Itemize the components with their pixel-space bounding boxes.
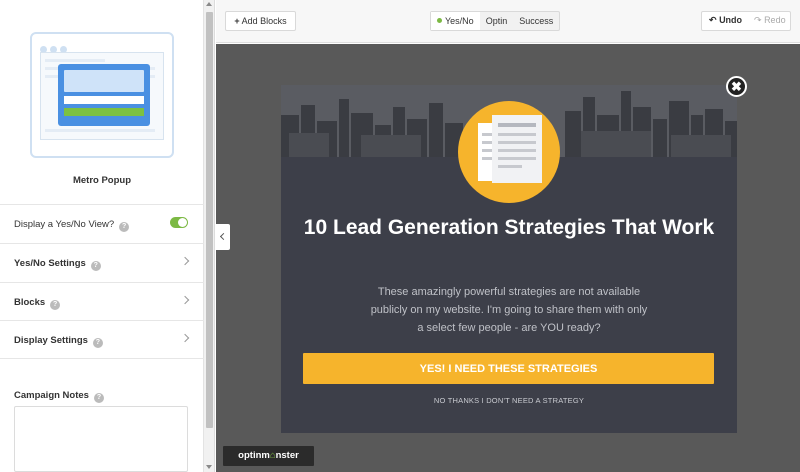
redo-icon: ↷ [754, 15, 762, 25]
setting-label: Blocks? [14, 297, 61, 310]
view-tabs: Yes/No Optin Success [430, 11, 561, 31]
campaign-notes-input[interactable] [14, 406, 188, 472]
scroll-up-arrow-icon[interactable] [206, 2, 212, 6]
add-blocks-button[interactable]: + Add Blocks [225, 11, 296, 31]
help-icon[interactable]: ? [90, 261, 101, 271]
chevron-right-icon [180, 256, 190, 266]
popup-card-illustration [58, 64, 150, 126]
setting-label: Yes/No Settings? [14, 258, 101, 271]
tab-success[interactable]: Success [513, 12, 559, 30]
setting-row-display-settings[interactable]: Display Settings? [0, 320, 204, 359]
optinmonster-logo: optinm⌂nster [223, 446, 314, 466]
cta-yes-button[interactable]: YES! I NEED THESE STRATEGIES [303, 353, 714, 384]
redo-button[interactable]: ↷ Redo [754, 15, 786, 26]
popup-body-text: These amazingly powerful strategies are … [370, 286, 648, 334]
chevron-right-icon [180, 295, 190, 305]
tab-optin[interactable]: Optin [480, 12, 514, 30]
help-icon[interactable]: ? [119, 222, 130, 232]
tab-yes-no[interactable]: Yes/No [431, 12, 480, 30]
preview-canvas: 10 Lead Generation Strategies That Work … [216, 44, 800, 472]
scroll-down-arrow-icon[interactable] [206, 465, 212, 469]
plus-icon: + [234, 16, 240, 26]
no-thanks-link[interactable]: NO THANKS I DON'T NEED A STRATEGY [281, 396, 737, 405]
collapse-sidebar-handle[interactable] [216, 224, 230, 250]
chevron-right-icon [180, 333, 190, 343]
popup-headline: 10 Lead Generation Strategies That Work [303, 216, 715, 239]
undo-button[interactable]: ↶ Undo [709, 15, 742, 26]
help-icon[interactable]: ? [50, 300, 61, 310]
undo-redo-group: ↶ Undo ↷ Redo [701, 11, 791, 31]
help-icon[interactable]: ? [92, 338, 103, 348]
setting-row-yes-no-view[interactable]: Display a Yes/No View?? [0, 204, 204, 243]
setting-row-blocks[interactable]: Blocks? [0, 282, 204, 321]
theme-preview-thumbnail[interactable] [30, 32, 174, 158]
browser-window-illustration [30, 32, 174, 158]
sidebar-scrollbar[interactable] [204, 0, 215, 472]
theme-name: Metro Popup [72, 175, 132, 186]
setting-label: Display Settings? [14, 335, 103, 348]
popup-preview: 10 Lead Generation Strategies That Work … [281, 85, 737, 433]
help-icon[interactable]: ? [93, 393, 104, 403]
undo-icon: ↶ [709, 15, 717, 25]
close-icon[interactable]: ✖ [726, 76, 747, 97]
top-toolbar: + Add Blocks Yes/No Optin Success ↶ Undo … [216, 0, 800, 43]
campaign-notes-label: Campaign Notes? [14, 390, 104, 403]
setting-row-yes-no-settings[interactable]: Yes/No Settings? [0, 243, 204, 282]
scrollbar-thumb[interactable] [206, 12, 213, 428]
active-dot-icon [437, 18, 442, 23]
yes-no-toggle[interactable] [170, 217, 188, 228]
setting-label: Display a Yes/No View?? [14, 219, 130, 232]
sidebar: Metro Popup Display a Yes/No View?? Yes/… [0, 0, 204, 472]
documents-icon [458, 101, 560, 203]
